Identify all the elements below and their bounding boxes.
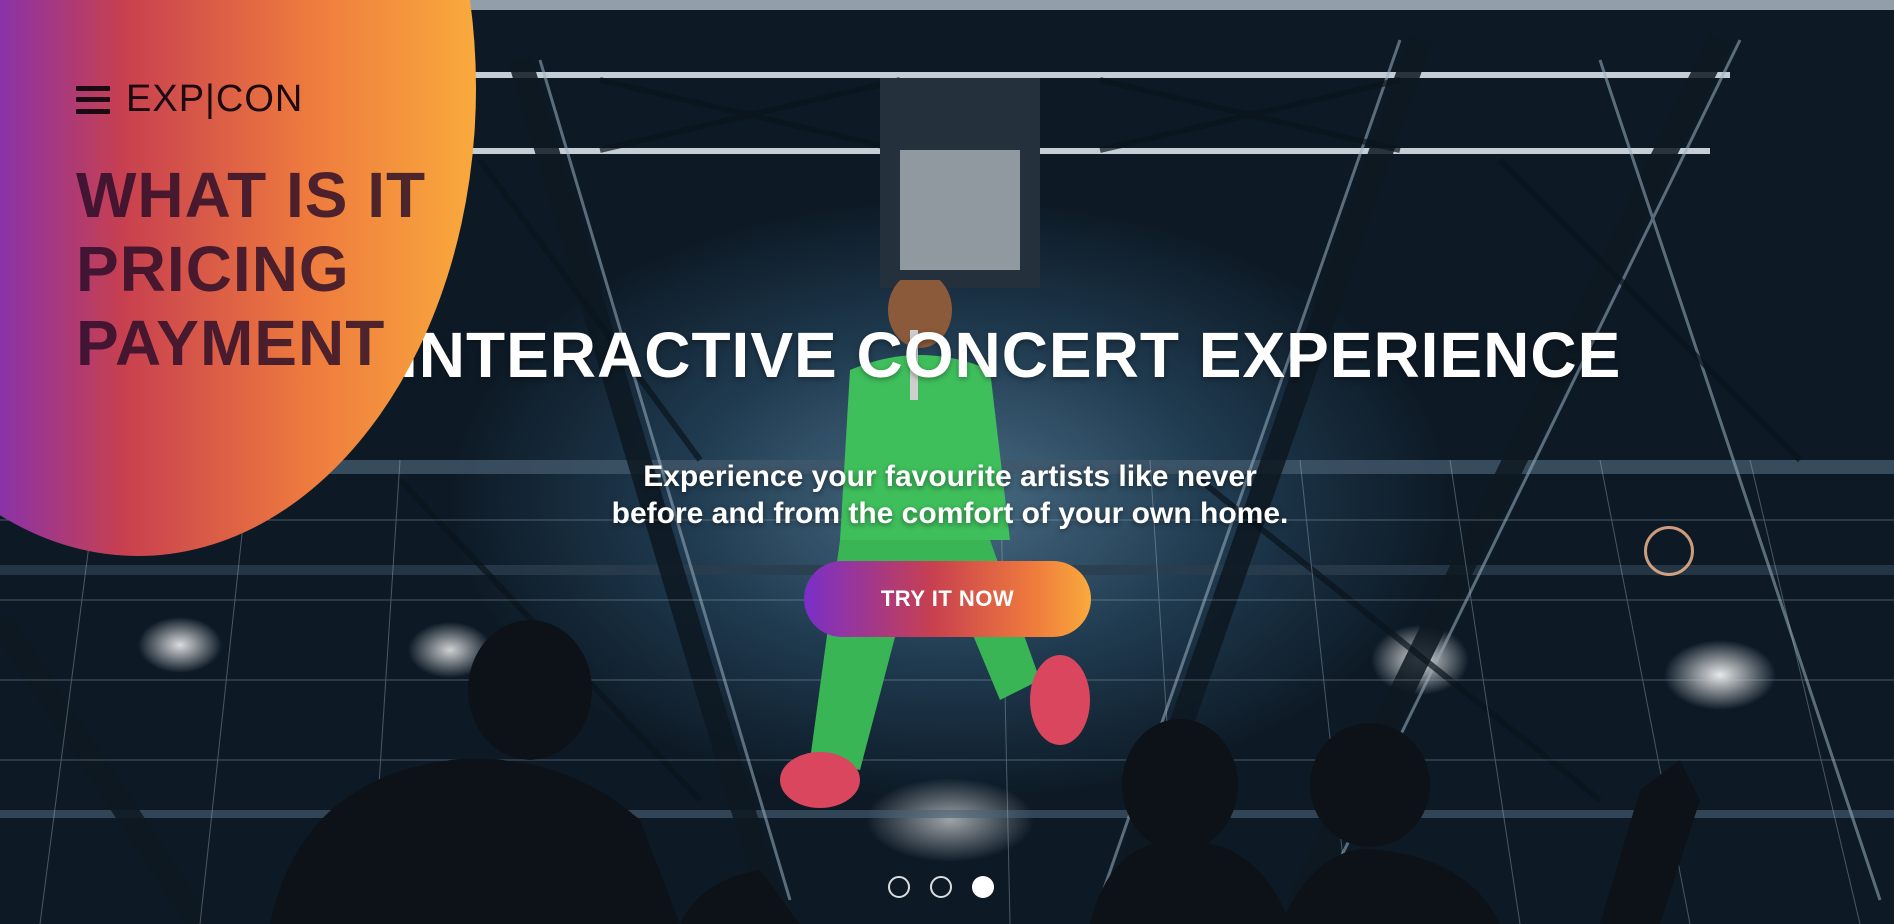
try-it-now-button[interactable]: TRY IT NOW xyxy=(804,561,1091,637)
slider-dot-2[interactable] xyxy=(930,876,952,898)
ring-icon xyxy=(1644,526,1694,576)
menu-item-pricing[interactable]: PRICING xyxy=(76,232,426,306)
hamburger-icon[interactable] xyxy=(76,85,110,114)
slider-dot-3[interactable] xyxy=(972,876,994,898)
hero-subtext-line-2: before and from the comfort of your own … xyxy=(611,497,1289,530)
hero-section: INTERACTIVE CONCERT EXPERIENCE EXP|CON W… xyxy=(0,0,1894,924)
hero-headline: INTERACTIVE CONCERT EXPERIENCE xyxy=(400,319,1622,391)
hero-subtext-line-1: Experience your favourite artists like n… xyxy=(643,460,1257,493)
brand-logo[interactable]: EXP|CON xyxy=(126,78,303,121)
brand-bar: EXP|CON xyxy=(76,78,303,121)
menu-item-payment[interactable]: PAYMENT xyxy=(76,306,426,380)
menu-item-what-is-it[interactable]: WHAT IS IT xyxy=(76,158,426,232)
hero-subtext: Experience your favourite artists like n… xyxy=(540,458,1360,532)
main-menu: WHAT IS IT PRICING PAYMENT xyxy=(76,158,426,380)
slider-dot-1[interactable] xyxy=(888,876,910,898)
slider-pagination xyxy=(888,876,994,898)
